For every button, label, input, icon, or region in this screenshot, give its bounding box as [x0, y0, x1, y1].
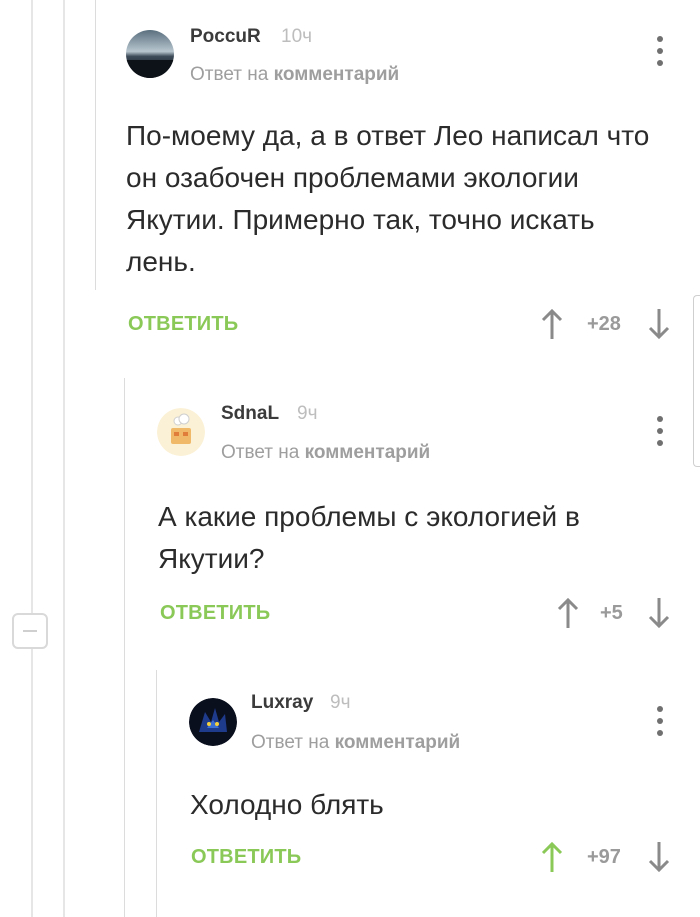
reply-to-link[interactable]: комментарий	[335, 732, 461, 753]
username[interactable]: Luxray	[251, 692, 313, 714]
arrow-up-icon[interactable]	[541, 308, 563, 340]
reply-to-prefix: Ответ на	[190, 64, 269, 85]
comment-text: А какие проблемы с экологией в Якутии?	[158, 501, 580, 574]
username[interactable]: SdnaL	[221, 403, 279, 425]
reply-to-prefix: Ответ на	[221, 442, 300, 463]
comment-text: По-моему да, а в ответ Лео написал что о…	[126, 120, 650, 277]
comment-time: 10ч	[281, 26, 313, 47]
rating-count: +97	[587, 846, 621, 868]
more-vertical-icon[interactable]	[654, 416, 666, 448]
more-vertical-icon[interactable]	[654, 706, 666, 738]
reply-to: Ответ на комментарий	[221, 442, 430, 464]
avatar[interactable]	[157, 408, 205, 456]
reply-to: Ответ на комментарий	[251, 732, 460, 754]
reply-to-link[interactable]: комментарий	[305, 442, 431, 463]
comment-time: 9ч	[330, 692, 351, 713]
scroll-indicator[interactable]	[693, 295, 700, 467]
arrow-up-icon[interactable]	[557, 597, 579, 629]
arrow-down-icon[interactable]	[648, 308, 670, 340]
comment-text: Холодно блять	[190, 789, 384, 820]
more-vertical-icon[interactable]	[654, 36, 666, 68]
reply-button[interactable]: ОТВЕТИТЬ	[191, 846, 301, 869]
reply-button[interactable]: ОТВЕТИТЬ	[160, 602, 270, 625]
arrow-down-icon[interactable]	[648, 841, 670, 873]
rating-count: +28	[587, 313, 621, 335]
thread-guide-outer	[31, 0, 33, 917]
username[interactable]: PoccuR	[190, 26, 261, 48]
reply-button[interactable]: ОТВЕТИТЬ	[128, 313, 238, 336]
thread-guide-inner	[63, 0, 65, 917]
thread-branch-line	[95, 0, 96, 290]
reply-to-link[interactable]: комментарий	[274, 64, 400, 85]
collapse-minus-icon[interactable]	[12, 613, 48, 649]
thread-branch-line	[156, 670, 157, 917]
reply-to-prefix: Ответ на	[251, 732, 330, 753]
arrow-up-icon[interactable]	[541, 841, 563, 873]
rating-count: +5	[600, 602, 623, 624]
arrow-down-icon[interactable]	[648, 597, 670, 629]
thread-branch-line	[124, 378, 125, 917]
avatar[interactable]	[126, 30, 174, 78]
comment-time: 9ч	[297, 403, 318, 424]
reply-to: Ответ на комментарий	[190, 64, 399, 86]
avatar[interactable]	[189, 698, 237, 746]
